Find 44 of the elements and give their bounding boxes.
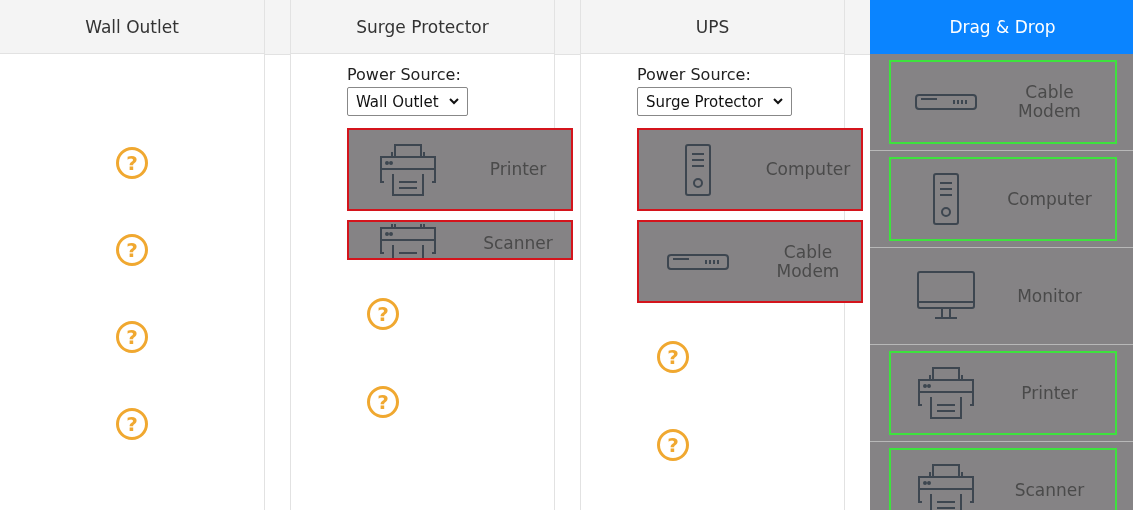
computer-tower-icon [932, 173, 959, 225]
printer-icon [379, 141, 437, 198]
cable-modem-icon [914, 94, 977, 110]
drop-slot-icon[interactable]: ? [367, 298, 399, 330]
draggable-device-card[interactable]: Cable Modem [888, 60, 1117, 144]
device-label: Cable Modem [775, 242, 841, 281]
device-label: Scanner [1013, 480, 1086, 500]
device-label: Computer [1006, 189, 1093, 209]
monitor-icon [916, 271, 975, 321]
column-header: Wall Outlet [0, 0, 264, 54]
draggable-device-card[interactable]: Computer [888, 157, 1117, 241]
drop-slot-icon[interactable]: ? [116, 320, 148, 353]
column-header: Surge Protector [291, 0, 554, 54]
drop-slot-icon[interactable]: ? [116, 233, 148, 266]
placed-device-card[interactable]: Scanner [347, 220, 573, 260]
power-source-label: Power Source: [347, 65, 462, 85]
draggable-device-card[interactable]: Printer [888, 351, 1117, 435]
device-label: Cable Modem [1017, 83, 1082, 121]
drop-slot-icon[interactable]: ? [657, 429, 689, 461]
power-source-dropdown[interactable]: Surge Protector [637, 87, 792, 116]
computer-tower-icon [685, 143, 711, 196]
drop-slot-icon[interactable]: ? [367, 386, 399, 418]
cable-modem-icon [667, 253, 729, 270]
draggable-device-card[interactable]: Scanner [888, 448, 1117, 510]
device-label: Printer [1020, 383, 1079, 403]
chevron-down-icon [772, 98, 783, 105]
draggable-device-card[interactable]: Monitor [888, 254, 1117, 338]
chevron-down-icon [448, 98, 459, 105]
drop-slot-icon[interactable]: ? [657, 341, 689, 373]
printer-icon [916, 365, 975, 421]
device-label: Computer [764, 160, 852, 179]
power-source-label: Power Source: [637, 65, 752, 85]
column-header: UPS [581, 0, 844, 54]
device-label: Monitor [1016, 286, 1083, 306]
drop-slot-icon[interactable]: ? [116, 146, 148, 179]
placed-device-card[interactable]: Computer [637, 128, 863, 211]
device-label: Printer [488, 160, 548, 179]
drop-slot-icon[interactable]: ? [116, 407, 148, 440]
printer-icon [916, 462, 975, 510]
column-header: Drag & Drop [870, 0, 1133, 54]
device-label: Scanner [482, 234, 554, 253]
power-source-dropdown[interactable]: Wall Outlet [347, 87, 468, 116]
placed-device-card[interactable]: Printer [347, 128, 573, 211]
placed-device-card[interactable]: Cable Modem [637, 220, 863, 303]
